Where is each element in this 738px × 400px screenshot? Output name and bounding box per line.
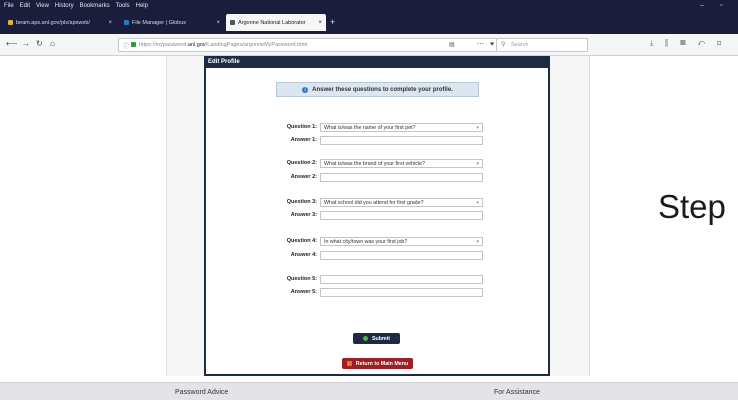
lock-icon <box>131 42 136 47</box>
tab-favicon-icon <box>230 20 235 25</box>
return-to-main-menu-button[interactable]: Return to Main Menu <box>342 358 413 369</box>
checkmark-icon <box>363 336 369 341</box>
answer-2-label: Answer 2: <box>290 174 317 180</box>
tab-favicon-icon <box>124 20 129 25</box>
tab-title: beam.aps.anl.gov/pls/apsweb/ <box>16 19 90 26</box>
search-input[interactable]: ⚲ Search <box>496 38 588 52</box>
tab-argonne[interactable]: Argonne National Laborator × <box>226 14 326 31</box>
page-footer: Password Advice For Assistance <box>0 382 738 400</box>
question-1-label: Question 1: <box>286 124 317 130</box>
url-text[interactable]: https://mypassword.anl.gov/LandingPages/… <box>139 42 307 48</box>
answer-3-label: Answer 3: <box>290 212 317 218</box>
panel-header: Edit Profile <box>204 56 550 68</box>
home-icon <box>346 361 352 366</box>
question-5-input[interactable] <box>320 275 483 284</box>
reload-icon[interactable]: ↻ <box>36 39 43 48</box>
chevron-down-icon: ▾ <box>476 239 479 245</box>
close-icon[interactable]: × <box>216 20 220 26</box>
for-assistance-heading: For Assistance <box>494 389 540 396</box>
tab-globus[interactable]: File Manager | Globus × <box>120 14 224 31</box>
tab-favicon-icon <box>8 20 13 25</box>
notice-text: Answer these questions to complete your … <box>312 86 453 93</box>
menu-edit[interactable]: Edit <box>20 3 30 9</box>
question-4-label: Question 4: <box>286 238 317 244</box>
question-2-label: Question 2: <box>286 160 317 166</box>
info-notice: i Answer these questions to complete you… <box>276 82 479 97</box>
maximize-icon[interactable]: ▫ <box>720 0 722 11</box>
search-icon: ⚲ <box>501 42 506 48</box>
question-4-select[interactable]: In what city/town was your first job? ▾ <box>320 237 483 246</box>
minimize-icon[interactable]: – <box>700 0 704 11</box>
answer-1-input[interactable] <box>320 136 483 145</box>
menu-help[interactable]: Help <box>136 3 148 9</box>
menu-bookmarks[interactable]: Bookmarks <box>80 3 110 9</box>
menu-history[interactable]: History <box>55 3 74 9</box>
tab-title: File Manager | Globus <box>132 19 187 26</box>
tab-bar: beam.aps.anl.gov/pls/apsweb/ × File Mana… <box>0 11 738 34</box>
question-3-select[interactable]: What school did you attend for first gra… <box>320 198 483 207</box>
menu-file[interactable]: File <box>4 3 14 9</box>
answer-4-label: Answer 4: <box>290 252 317 258</box>
reader-view-icon[interactable]: ▤ <box>449 41 455 48</box>
answer-5-input[interactable] <box>320 288 483 297</box>
home-icon[interactable]: ⌂ <box>50 39 55 48</box>
toolbar-icons[interactable]: ⤓ ⫼ ▦ ↶ ⊡ <box>650 40 726 48</box>
step-overlay-text: Step <box>658 188 726 225</box>
question-5-label: Question 5: <box>286 276 317 282</box>
tab-title: Argonne National Laborator <box>238 19 306 26</box>
close-icon[interactable]: × <box>108 20 112 26</box>
answer-1-label: Answer 1: <box>290 137 317 143</box>
back-icon[interactable]: ⟵ <box>6 39 17 48</box>
search-placeholder: Search <box>511 42 529 48</box>
password-advice-heading: Password Advice <box>175 389 229 396</box>
forward-icon[interactable]: → <box>22 39 30 48</box>
close-icon[interactable]: × <box>318 20 322 26</box>
chevron-down-icon: ▾ <box>476 161 479 167</box>
info-icon: i <box>302 86 309 93</box>
chevron-down-icon: ▾ <box>476 125 479 131</box>
info-icon[interactable]: ⓘ <box>123 41 129 50</box>
answer-3-input[interactable] <box>320 211 483 220</box>
tab-beam[interactable]: beam.aps.anl.gov/pls/apsweb/ × <box>4 14 116 31</box>
answer-5-label: Answer 5: <box>290 289 317 295</box>
nav-bar: ⟵ → ↻ ⌂ ⓘ https://mypassword.anl.gov/Lan… <box>0 34 738 56</box>
question-2-select[interactable]: What is/was the brand of your first vehi… <box>320 159 483 168</box>
submit-button[interactable]: Submit <box>353 333 400 344</box>
chevron-down-icon: ▾ <box>476 200 479 206</box>
answer-4-input[interactable] <box>320 251 483 260</box>
question-1-select[interactable]: What is/was the name of your first pet? ▾ <box>320 123 483 132</box>
menu-tools[interactable]: Tools <box>116 3 130 9</box>
question-3-label: Question 3: <box>286 199 317 205</box>
menu-view[interactable]: View <box>36 3 49 9</box>
menu-bar: File Edit View History Bookmarks Tools H… <box>0 0 738 11</box>
new-tab-icon[interactable]: + <box>330 17 335 27</box>
answer-2-input[interactable] <box>320 173 483 182</box>
